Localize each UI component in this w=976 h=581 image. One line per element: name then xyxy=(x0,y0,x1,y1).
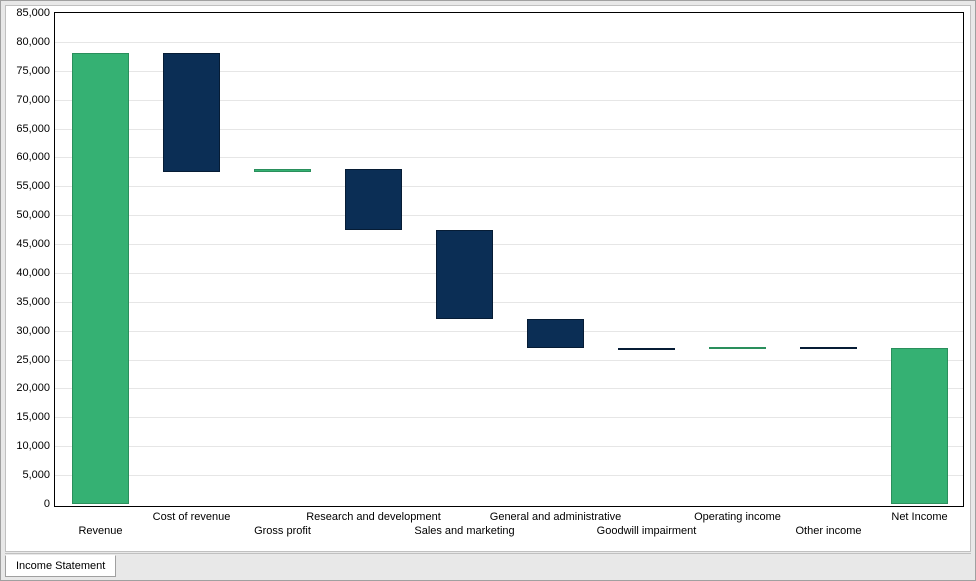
y-axis-tick-label: 50,000 xyxy=(6,209,50,221)
waterfall-bar xyxy=(163,53,219,171)
waterfall-bar xyxy=(709,347,765,349)
y-axis-tick-label: 5,000 xyxy=(6,469,50,481)
waterfall-bar xyxy=(891,348,947,504)
grid-line xyxy=(55,186,963,187)
tab-income-statement[interactable]: Income Statement xyxy=(5,555,116,577)
y-axis-tick-label: 20,000 xyxy=(6,382,50,394)
y-axis-tick-label: 25,000 xyxy=(6,354,50,366)
y-axis-tick-label: 0 xyxy=(6,498,50,510)
x-axis-label: Operating income xyxy=(694,511,781,523)
waterfall-bar xyxy=(345,169,401,230)
tab-strip: Income Statement xyxy=(5,553,971,576)
plot-area xyxy=(54,12,964,507)
y-axis-tick-label: 80,000 xyxy=(6,36,50,48)
y-axis-tick-label: 55,000 xyxy=(6,180,50,192)
waterfall-bar xyxy=(72,53,128,504)
grid-line xyxy=(55,215,963,216)
y-axis-tick-label: 85,000 xyxy=(6,7,50,19)
y-axis-tick-label: 45,000 xyxy=(6,238,50,250)
grid-line xyxy=(55,273,963,274)
waterfall-bar xyxy=(436,230,492,320)
y-axis-tick-label: 65,000 xyxy=(6,123,50,135)
y-axis-tick-label: 75,000 xyxy=(6,65,50,77)
y-axis-tick-label: 10,000 xyxy=(6,440,50,452)
waterfall-bar xyxy=(618,348,674,350)
window-frame: 0 5,000 10,000 15,000 20,000 25,000 30,000 35,0… xyxy=(0,0,976,581)
chart-panel: 0 5,000 10,000 15,000 20,000 25,000 30,000 35,0… xyxy=(5,5,971,552)
grid-line xyxy=(55,360,963,361)
y-axis-tick-label: 15,000 xyxy=(6,411,50,423)
grid-line xyxy=(55,244,963,245)
x-axis-label: Other income xyxy=(795,525,861,537)
y-axis-tick-label: 40,000 xyxy=(6,267,50,279)
grid-line xyxy=(55,417,963,418)
y-axis-tick-label: 35,000 xyxy=(6,296,50,308)
waterfall-bar xyxy=(800,347,856,349)
x-axis-label: Research and development xyxy=(306,511,441,523)
y-axis-tick-label: 70,000 xyxy=(6,94,50,106)
grid-line xyxy=(55,42,963,43)
grid-line xyxy=(55,388,963,389)
x-axis-label: Gross profit xyxy=(254,525,311,537)
grid-line xyxy=(55,446,963,447)
y-axis-tick-label: 30,000 xyxy=(6,325,50,337)
grid-line xyxy=(55,475,963,476)
waterfall-bar xyxy=(254,169,310,172)
grid-line xyxy=(55,331,963,332)
x-axis-label: Net Income xyxy=(891,511,947,523)
y-axis-tick-label: 60,000 xyxy=(6,151,50,163)
x-axis-label: Sales and marketing xyxy=(414,525,514,537)
grid-line xyxy=(55,302,963,303)
x-axis-label: Revenue xyxy=(78,525,122,537)
x-axis-label: Goodwill impairment xyxy=(597,525,697,537)
x-axis-label: General and administrative xyxy=(490,511,621,523)
x-axis-label: Cost of revenue xyxy=(153,511,231,523)
waterfall-bar xyxy=(527,319,583,348)
